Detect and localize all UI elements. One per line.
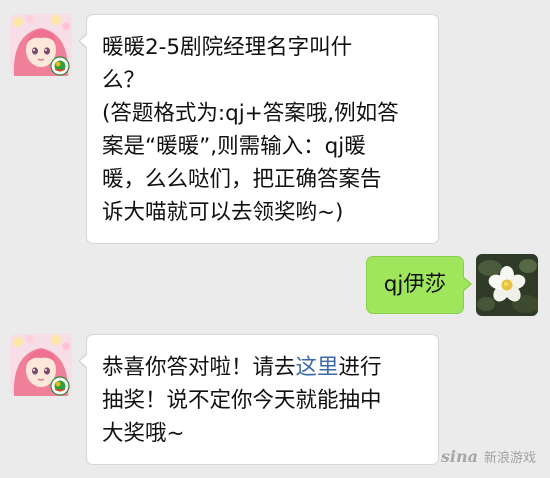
message-text-segment: 进行 [338,355,382,380]
message-text-line: 恭喜你答对啦！请去这里进行 [102,351,426,384]
watermark-text: 新浪游戏 [483,451,536,466]
message-text-line: 么？ [102,68,146,93]
prize-link[interactable]: 这里 [296,355,339,380]
chat-thread: 暖暖2-5剧院经理名字叫什 么？ (答题格式为:qj+答案哦,例如答 案是“暖暖… [0,0,550,478]
message-text-line: (答题格式为:qj+答案哦,例如答 [102,101,399,126]
message-text-line: 抽奖！说不定你今天就能抽中 [102,388,382,413]
anime-girl-avatar-icon[interactable] [10,334,72,396]
message-text-segment: 恭喜你答对啦！请去 [102,355,296,380]
white-flower-avatar-icon[interactable] [476,254,538,316]
message-text-line: 暖暖2-5剧院经理名字叫什 [102,35,353,60]
sina-games-watermark: sina 新浪游戏 [441,447,536,466]
incoming-message-bubble[interactable]: 暖暖2-5剧院经理名字叫什 么？ (答题格式为:qj+答案哦,例如答 案是“暖暖… [78,14,439,244]
message-text-line: 案是“暖暖”,则需输入：qj暖 [102,134,366,159]
outgoing-message-bubble[interactable]: qj伊莎 [366,256,472,314]
message-text-line: 诉大喵就可以去领奖哟~) [102,200,344,225]
sina-logo: sina [440,447,478,466]
message-text-line: 暖，么么哒们，把正确答案告 [102,167,382,192]
message-text-line: 大奖哦~ [102,421,185,446]
incoming-message-bubble[interactable]: 恭喜你答对啦！请去这里进行 抽奖！说不定你今天就能抽中 大奖哦~ [78,334,439,465]
anime-girl-avatar-icon[interactable] [10,14,72,76]
message-text: qj伊莎 [383,272,447,297]
